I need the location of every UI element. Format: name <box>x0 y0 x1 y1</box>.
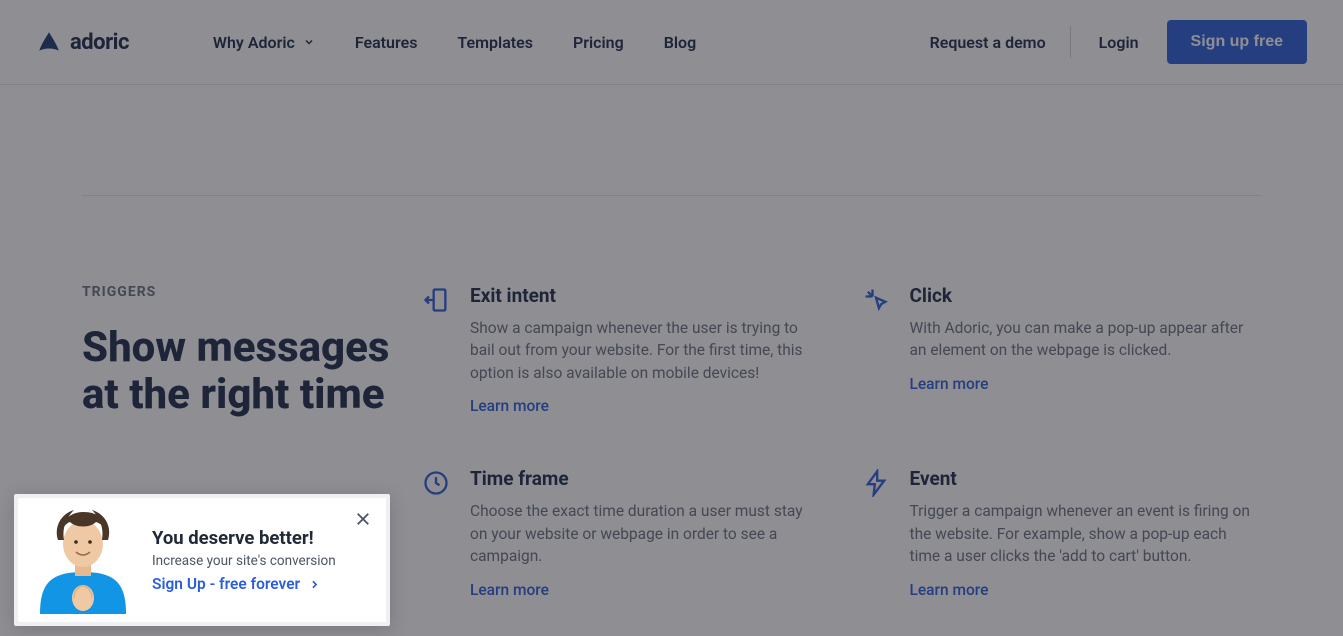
feature-title: Click <box>910 284 1262 307</box>
section-title: Show messages at the right time <box>82 324 402 418</box>
popup-signup-link[interactable]: Sign Up - free forever <box>152 575 372 593</box>
learn-more-link[interactable]: Learn more <box>910 581 989 599</box>
learn-more-link[interactable]: Learn more <box>910 375 989 393</box>
nav-templates[interactable]: Templates <box>457 33 533 52</box>
nav-item-label: Why Adoric <box>213 33 295 52</box>
click-icon <box>862 286 890 314</box>
section-eyebrow: TRIGGERS <box>82 284 402 300</box>
learn-more-link[interactable]: Learn more <box>470 397 549 415</box>
popup-title: You deserve better! <box>152 527 372 549</box>
nav-item-label: Blog <box>664 33 696 52</box>
feature-time-frame: Time frame Choose the exact time duratio… <box>422 467 822 598</box>
learn-more-link[interactable]: Learn more <box>470 581 549 599</box>
feature-description: With Adoric, you can make a pop-up appea… <box>910 317 1262 362</box>
chevron-right-icon <box>308 578 321 591</box>
popup-cta-label: Sign Up - free forever <box>152 575 300 593</box>
feature-title: Exit intent <box>470 284 822 307</box>
feature-exit-intent: Exit intent Show a campaign whenever the… <box>422 284 822 415</box>
nav-item-label: Templates <box>457 33 533 52</box>
nav-item-label: Pricing <box>573 33 624 52</box>
clock-icon <box>422 469 450 497</box>
exit-intent-icon <box>422 286 450 314</box>
brand-logo[interactable]: adoric <box>36 29 129 55</box>
logo-mark-icon <box>36 29 62 55</box>
close-button[interactable] <box>354 510 372 528</box>
brand-name: adoric <box>70 30 129 55</box>
lightning-icon <box>862 469 890 497</box>
feature-click: Click With Adoric, you can make a pop-up… <box>862 284 1262 415</box>
nav-why-adoric[interactable]: Why Adoric <box>213 33 315 52</box>
feature-event: Event Trigger a campaign whenever an eve… <box>862 467 1262 598</box>
popup-body: You deserve better! Increase your site's… <box>152 527 372 593</box>
feature-description: Trigger a campaign whenever an event is … <box>910 500 1262 567</box>
top-nav: adoric Why Adoric Features Templates Pri… <box>0 0 1343 85</box>
popup-avatar <box>30 506 136 614</box>
feature-title: Event <box>910 467 1262 490</box>
feature-title: Time frame <box>470 467 822 490</box>
primary-nav: Why Adoric Features Templates Pricing Bl… <box>213 33 696 52</box>
promo-popup: You deserve better! Increase your site's… <box>14 494 390 626</box>
header-actions: Request a demo Login Sign up free <box>930 20 1307 64</box>
nav-item-label: Features <box>355 33 418 52</box>
feature-description: Show a campaign whenever the user is try… <box>470 317 822 384</box>
features-grid: Exit intent Show a campaign whenever the… <box>422 284 1261 599</box>
login-link[interactable]: Login <box>1071 33 1167 52</box>
nav-pricing[interactable]: Pricing <box>573 33 624 52</box>
chevron-down-icon <box>303 36 315 48</box>
signup-button[interactable]: Sign up free <box>1167 20 1307 64</box>
feature-description: Choose the exact time duration a user mu… <box>470 500 822 567</box>
horizontal-divider <box>82 195 1261 196</box>
nav-features[interactable]: Features <box>355 33 418 52</box>
close-icon <box>354 510 372 528</box>
request-demo-link[interactable]: Request a demo <box>930 33 1070 52</box>
person-illustration-icon <box>30 506 136 614</box>
nav-blog[interactable]: Blog <box>664 33 696 52</box>
popup-subtitle: Increase your site's conversion <box>152 553 372 569</box>
